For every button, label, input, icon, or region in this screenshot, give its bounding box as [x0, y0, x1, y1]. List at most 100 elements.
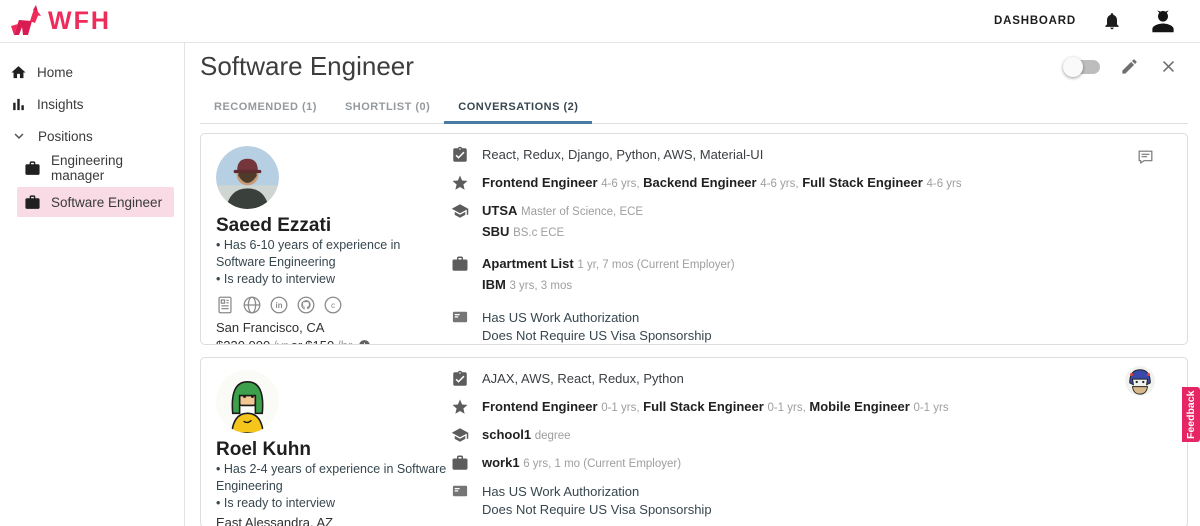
skills-row: React, Redux, Django, Python, AWS, Mater…	[451, 147, 1117, 164]
school-name: school1	[482, 427, 531, 442]
notifications-button[interactable]	[1102, 11, 1122, 31]
tab-recommended[interactable]: RECOMENDED (1)	[200, 92, 331, 124]
id-card-icon	[451, 482, 469, 500]
work-authorization: Has US Work Authorization	[482, 309, 712, 327]
star-icon	[451, 398, 469, 416]
candidate-location: San Francisco, CA	[216, 320, 451, 335]
page-title: Software Engineer	[200, 51, 414, 82]
tab-bar: RECOMENDED (1) SHORTLIST (0) CONVERSATIO…	[200, 92, 1188, 124]
briefcase-icon	[24, 194, 41, 211]
sidebar-label-software-engineer: Software Engineer	[51, 195, 162, 210]
candidate-card[interactable]: Roel Kuhn Has 2-4 years of experience in…	[200, 357, 1188, 526]
toggle-knob	[1063, 57, 1083, 77]
work-authorization: Has US Work Authorization	[482, 483, 712, 501]
linkedin-icon[interactable]: in	[268, 294, 290, 316]
star-icon	[451, 174, 469, 192]
role-title: Frontend Engineer	[482, 175, 598, 190]
candidate-ready: Is ready to interview	[216, 271, 451, 288]
skills-text: AJAX, AWS, React, Redux, Python	[482, 371, 684, 388]
candidate-card[interactable]: Saeed Ezzati Has 6-10 years of experienc…	[200, 133, 1188, 345]
github-icon[interactable]	[295, 294, 317, 316]
topbar: WFH DASHBOARD	[0, 0, 1200, 43]
candidate-location: East Alessandra, AZ	[216, 515, 451, 526]
role-years: 0-1 yrs	[913, 402, 948, 414]
sidebar-item-insights[interactable]: Insights	[0, 91, 184, 117]
svg-text:c: c	[331, 300, 335, 309]
user-avatar-button[interactable]	[1148, 6, 1178, 36]
svg-text:in: in	[276, 301, 283, 310]
authorization-row: Has US Work Authorization Does Not Requi…	[451, 309, 1117, 344]
education-row: school1 degree	[451, 427, 1117, 444]
main-content: Software Engineer RECOMENDED (1) SHORTLI…	[186, 43, 1200, 526]
company-name: Apartment List	[482, 256, 574, 271]
role-title: Frontend Engineer	[482, 399, 598, 414]
bell-icon	[1102, 11, 1122, 31]
degree: degree	[535, 430, 571, 442]
candidate-experience: Has 6-10 years of experience in Software…	[216, 237, 451, 271]
degree: BS.c ECE	[513, 227, 564, 239]
sidebar-item-home[interactable]: Home	[0, 59, 184, 85]
role-title: Full Stack Engineer	[643, 399, 764, 414]
edit-icon[interactable]	[1120, 57, 1139, 76]
sidebar-label-engineering-manager: Engineering manager	[51, 153, 174, 183]
chat-icon[interactable]	[1136, 148, 1155, 167]
dashboard-link[interactable]: DASHBOARD	[994, 15, 1076, 27]
candidate-ready: Is ready to interview	[216, 495, 451, 512]
tab-shortlist[interactable]: SHORTLIST (0)	[331, 92, 444, 124]
school-name: UTSA	[482, 203, 517, 218]
company-name: work1	[482, 455, 520, 470]
position-toggle[interactable]	[1066, 60, 1100, 74]
social-links: in c	[214, 294, 451, 316]
sidebar: Home Insights Positions Engineering mana…	[0, 43, 185, 526]
salary-amount: $230,000	[216, 338, 270, 345]
skills-clipboard-icon	[451, 370, 469, 388]
c-profile-icon[interactable]: c	[322, 294, 344, 316]
candidate-compensation: $230,000/yr or $150/hr	[216, 338, 451, 345]
rate-amount: $150	[305, 338, 334, 345]
home-icon	[10, 64, 27, 81]
id-card-icon	[451, 308, 469, 326]
sidebar-label-insights: Insights	[37, 97, 84, 112]
candidate-photo	[216, 370, 279, 433]
degree: Master of Science, ECE	[521, 206, 643, 218]
sidebar-label-positions: Positions	[38, 129, 93, 144]
candidate-name: Roel Kuhn	[216, 439, 451, 461]
resume-icon[interactable]	[214, 294, 236, 316]
employment-duration: 6 yrs, 1 mo (Current Employer)	[523, 458, 681, 470]
conversation-avatar[interactable]	[1125, 366, 1155, 396]
candidate-photo	[216, 146, 279, 209]
skills-clipboard-icon	[451, 146, 469, 164]
feedback-button[interactable]: Feedback	[1182, 387, 1200, 442]
role-years: 4-6 yrs	[926, 178, 961, 190]
comp-conjunction: or	[291, 338, 303, 345]
info-icon[interactable]	[358, 339, 371, 345]
sidebar-item-positions[interactable]: Positions	[0, 123, 184, 149]
briefcase-icon	[451, 454, 469, 472]
logo-text: WFH	[48, 7, 111, 36]
rate-unit: /hr	[337, 338, 352, 345]
employment-duration: 3 yrs, 3 mos	[509, 280, 572, 292]
employment-row: Apartment List 1 yr, 7 mos (Current Empl…	[451, 256, 1117, 298]
visa-sponsorship: Does Not Require US Visa Sponsorship	[482, 501, 712, 519]
salary-unit: /yr	[273, 338, 287, 345]
chevron-down-icon	[10, 127, 28, 145]
role-title: Backend Engineer	[643, 175, 756, 190]
candidate-experience: Has 2-4 years of experience in Software …	[216, 461, 451, 495]
education-row: UTSA Master of Science, ECE SBU BS.c ECE	[451, 203, 1117, 245]
visa-sponsorship: Does Not Require US Visa Sponsorship	[482, 327, 712, 345]
sidebar-item-software-engineer[interactable]: Software Engineer	[17, 187, 174, 217]
role-years: 0-1 yrs,	[767, 402, 805, 414]
skills-text: React, Redux, Django, Python, AWS, Mater…	[482, 147, 763, 164]
sidebar-label-home: Home	[37, 65, 73, 80]
role-years: 4-6 yrs,	[760, 178, 798, 190]
tab-conversations[interactable]: CONVERSATIONS (2)	[444, 92, 592, 124]
website-icon[interactable]	[241, 294, 263, 316]
sidebar-item-engineering-manager[interactable]: Engineering manager	[17, 155, 174, 181]
skills-row: AJAX, AWS, React, Redux, Python	[451, 371, 1117, 388]
user-avatar-icon	[1148, 6, 1178, 36]
wfh-logo[interactable]: WFH	[8, 5, 111, 37]
close-icon[interactable]	[1159, 57, 1178, 76]
role-years: 4-6 yrs,	[601, 178, 639, 190]
graduation-cap-icon	[451, 426, 469, 444]
role-title: Mobile Engineer	[809, 399, 909, 414]
